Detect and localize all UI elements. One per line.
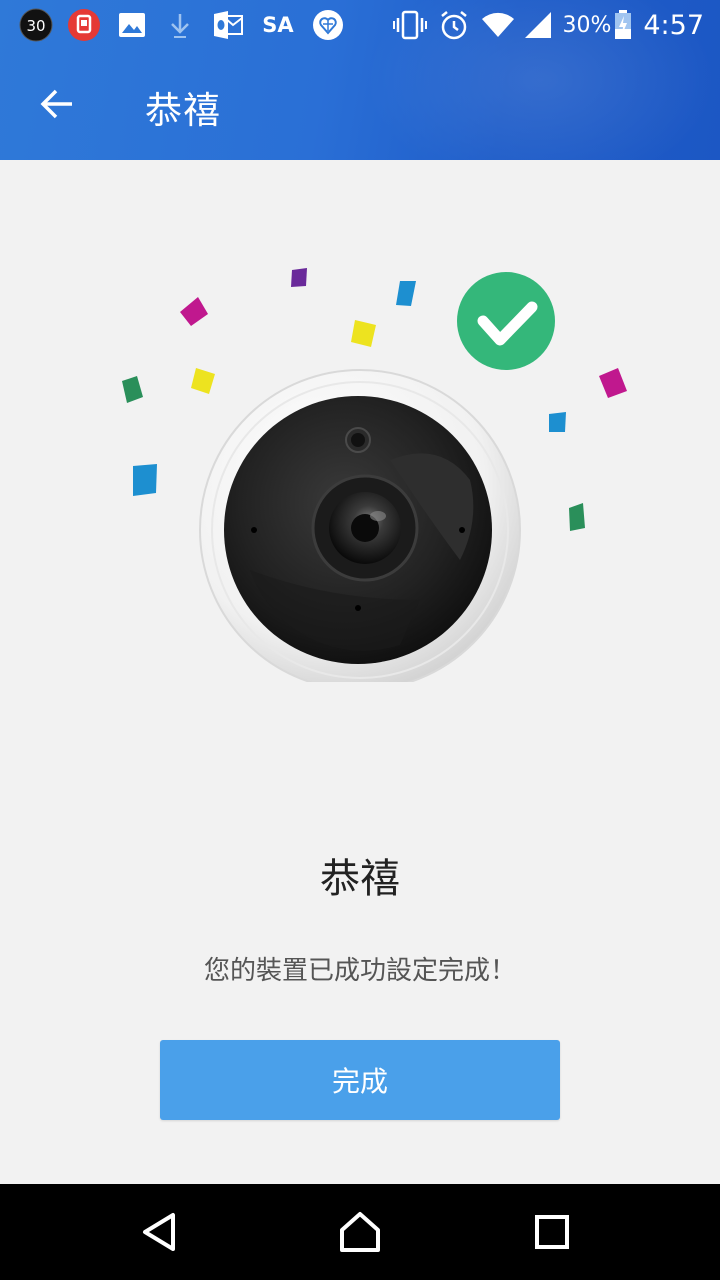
- done-button[interactable]: 完成: [160, 1040, 560, 1120]
- outlook-icon: [210, 8, 246, 42]
- notification-count-icon: 30: [18, 8, 54, 42]
- confetti-piece: [122, 376, 143, 403]
- wifi-icon: [480, 8, 516, 42]
- confetti-piece: [351, 320, 376, 347]
- recents-icon: [535, 1215, 569, 1249]
- confetti-piece: [549, 412, 566, 432]
- nav-back-button[interactable]: [130, 1202, 190, 1262]
- confetti-piece: [396, 281, 416, 306]
- success-check-icon: [457, 272, 555, 370]
- header-background: 30 SA 30% 4:57 恭禧: [0, 0, 720, 160]
- download-icon: [162, 8, 198, 42]
- confetti-piece: [133, 464, 157, 496]
- nav-recents-button[interactable]: [522, 1202, 582, 1262]
- page-title: 恭禧: [145, 89, 221, 132]
- home-icon: [340, 1212, 380, 1252]
- signal-icon: [520, 8, 556, 42]
- app-bar: 恭禧: [0, 50, 720, 160]
- back-button[interactable]: [30, 77, 84, 131]
- success-message: 您的裝置已成功設定完成！: [203, 956, 516, 986]
- notification-count: 30: [26, 17, 45, 35]
- success-heading: 恭禧: [320, 856, 400, 902]
- nav-home-button[interactable]: [330, 1202, 390, 1262]
- clock: 4:57: [643, 9, 704, 41]
- alarm-icon: [436, 8, 472, 42]
- confetti-piece: [599, 368, 627, 398]
- confetti-piece: [569, 503, 585, 531]
- red-app-icon: [66, 8, 102, 42]
- arrow-back-icon: [40, 89, 72, 119]
- image-icon: [114, 8, 150, 42]
- success-illustration: [0, 160, 720, 760]
- back-triangle-icon: [143, 1213, 175, 1251]
- carrier-label: SA: [258, 8, 298, 42]
- camera-device-image: [199, 369, 521, 682]
- confetti-piece: [180, 297, 208, 326]
- battery-icon: [611, 8, 635, 42]
- battery-percent: 30%: [562, 12, 612, 38]
- status-bar: 30 SA 30% 4:57: [0, 0, 720, 50]
- confetti-piece: [191, 368, 215, 394]
- vibrate-icon: [392, 8, 428, 42]
- system-nav-bar: [0, 1184, 720, 1280]
- carrier-text: SA: [262, 13, 294, 37]
- heart-badge-icon: [310, 8, 346, 42]
- confetti-piece: [291, 268, 307, 287]
